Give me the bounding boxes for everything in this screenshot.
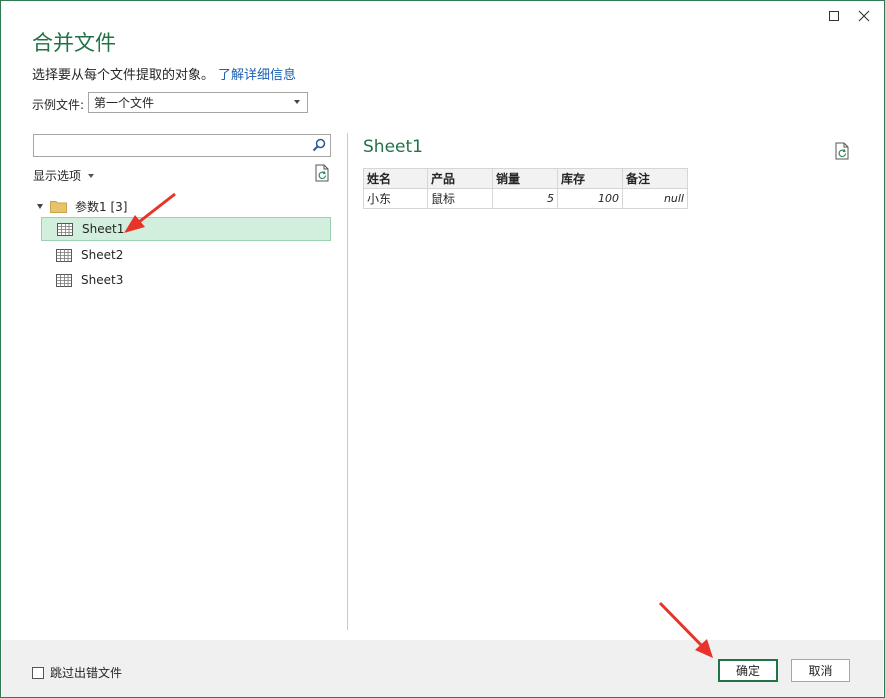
tree-item-sheet2[interactable]: Sheet2 [41, 243, 331, 267]
tree-item-sheet3[interactable]: Sheet3 [41, 268, 331, 292]
tree-item-sheet1[interactable]: Sheet1 [41, 217, 331, 241]
chevron-down-icon [88, 173, 95, 178]
checkbox-box[interactable] [32, 666, 44, 679]
folder-icon [50, 200, 67, 213]
refresh-icon[interactable] [314, 164, 330, 182]
table-header-row: 姓名 产品 销量 库存 备注 [363, 168, 688, 189]
maximize-button[interactable] [823, 5, 845, 27]
display-options-label: 显示选项 [33, 169, 82, 183]
pane-divider[interactable] [347, 133, 348, 630]
search-field[interactable] [33, 134, 331, 157]
search-icon[interactable] [312, 138, 326, 152]
learn-more-link[interactable]: 了解详细信息 [218, 68, 296, 83]
example-file-dropdown[interactable]: 第一个文件 [88, 92, 308, 113]
preview-title: Sheet1 [363, 137, 423, 157]
tree-item-label: Sheet2 [81, 248, 124, 262]
table-cell: 鼠标 [427, 188, 493, 209]
display-options-dropdown[interactable]: 显示选项 [33, 167, 95, 184]
tree-root-folder[interactable]: 参数1 [3] [37, 196, 127, 216]
preview-table: 姓名 产品 销量 库存 备注 小东 鼠标 5 100 null [363, 168, 688, 209]
table-cell: 100 [557, 188, 623, 209]
expand-arrow-icon[interactable] [37, 204, 43, 209]
column-header[interactable]: 产品 [427, 168, 493, 189]
example-file-label: 示例文件: [32, 98, 85, 112]
tree-item-label: Sheet3 [81, 273, 124, 287]
skip-error-files-checkbox[interactable]: 跳过出错文件 [32, 664, 122, 681]
search-input[interactable] [38, 136, 302, 157]
combine-files-dialog: 合并文件 选择要从每个文件提取的对象。 了解详细信息 示例文件: 第一个文件 显示… [0, 0, 885, 698]
refresh-icon[interactable] [834, 142, 850, 160]
table-cell: null [622, 188, 688, 209]
table-row: 小东 鼠标 5 100 null [363, 188, 688, 209]
sheet-icon [57, 222, 73, 236]
close-icon [858, 10, 870, 22]
skip-error-files-label: 跳过出错文件 [50, 666, 123, 680]
column-header[interactable]: 姓名 [363, 168, 428, 189]
subtitle-text: 选择要从每个文件提取的对象。 [32, 68, 215, 83]
tree-root-label: 参数1 [3] [75, 199, 128, 214]
dialog-title: 合并文件 [32, 31, 116, 55]
close-button[interactable] [853, 5, 875, 27]
tree-item-label: Sheet1 [82, 222, 125, 236]
cancel-button[interactable]: 取消 [791, 659, 850, 682]
chevron-down-icon [294, 100, 300, 104]
sheet-icon [56, 273, 72, 287]
ok-button[interactable]: 确定 [718, 659, 778, 682]
example-file-value: 第一个文件 [94, 96, 155, 110]
column-header[interactable]: 备注 [622, 168, 688, 189]
column-header[interactable]: 销量 [492, 168, 558, 189]
sheet-icon [56, 248, 72, 262]
table-cell: 5 [492, 188, 558, 209]
maximize-icon [829, 11, 839, 21]
table-cell: 小东 [363, 188, 428, 209]
column-header[interactable]: 库存 [557, 168, 623, 189]
dialog-subtitle: 选择要从每个文件提取的对象。 了解详细信息 [32, 64, 296, 83]
